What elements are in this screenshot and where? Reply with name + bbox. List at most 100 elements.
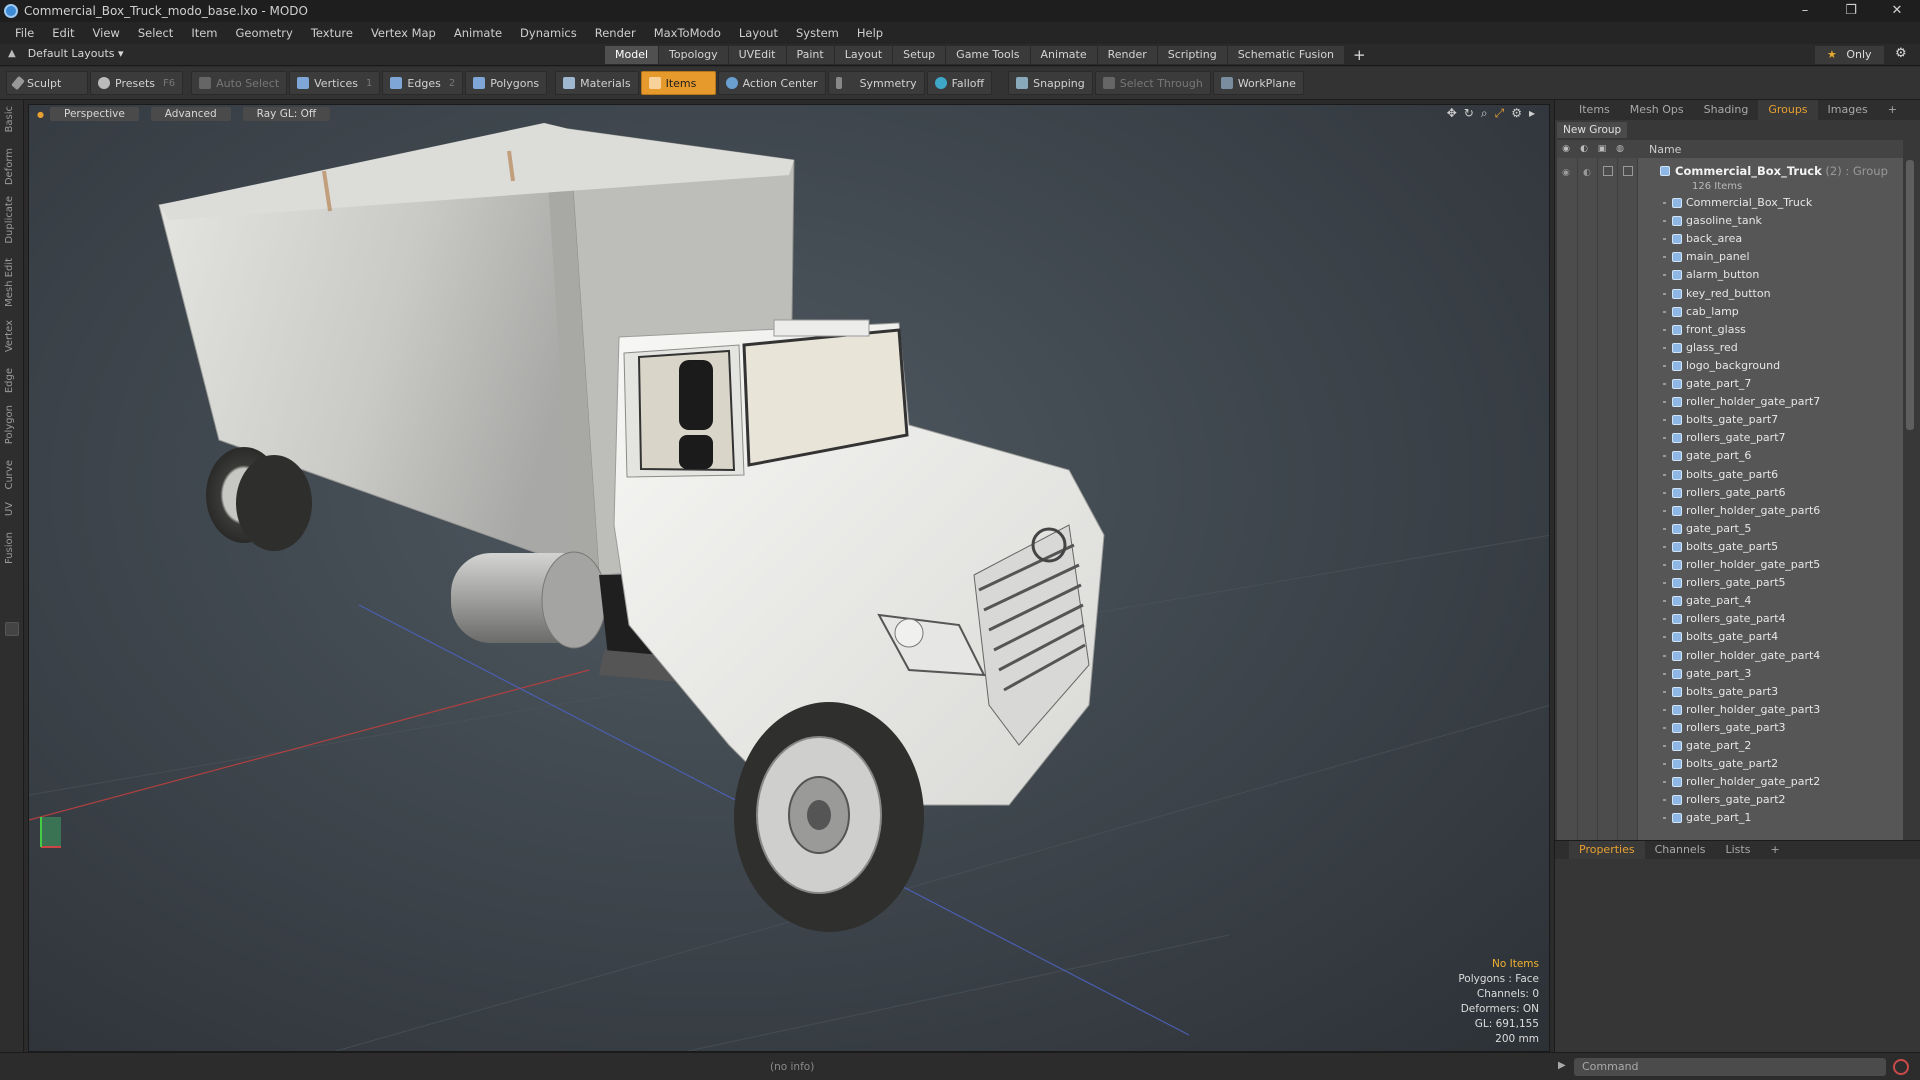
- tree-item-row[interactable]: Commercial_Box_Truck: [1557, 194, 1903, 212]
- tab-model[interactable]: Model: [605, 46, 659, 64]
- vtab-fusion[interactable]: Fusion: [4, 532, 20, 564]
- menu-item[interactable]: Item: [182, 22, 226, 44]
- menu-texture[interactable]: Texture: [302, 22, 362, 44]
- tree-item-row[interactable]: roller_holder_gate_part5: [1557, 556, 1903, 574]
- tree-item-row[interactable]: glass_red: [1557, 339, 1903, 357]
- group-render-icon[interactable]: ◐: [1583, 164, 1591, 182]
- vertices-button[interactable]: Vertices 1: [289, 71, 381, 95]
- lock-column-icon[interactable]: ▣: [1593, 144, 1611, 154]
- falloff-button[interactable]: Falloff: [926, 71, 993, 95]
- perspective-button[interactable]: Perspective: [49, 107, 139, 121]
- auto-select-button[interactable]: Auto Select: [191, 71, 288, 95]
- tree-item-row[interactable]: main_panel: [1557, 248, 1903, 266]
- close-icon[interactable]: ✕: [1874, 0, 1920, 22]
- sculpt-button[interactable]: Sculpt: [6, 71, 88, 95]
- tree-item-row[interactable]: gate_part_3: [1557, 665, 1903, 683]
- tree-item-row[interactable]: rollers_gate_part3: [1557, 719, 1903, 737]
- vtab-deform[interactable]: Deform: [4, 148, 20, 185]
- edges-button[interactable]: Edges 2: [382, 71, 464, 95]
- group-lock-checkbox[interactable]: [1603, 166, 1613, 176]
- tab-animate[interactable]: Animate: [1030, 46, 1097, 64]
- tab-items[interactable]: Items: [1569, 100, 1620, 120]
- menu-geometry[interactable]: Geometry: [227, 22, 302, 44]
- vtab-uv[interactable]: UV: [4, 502, 20, 516]
- add-lower-tab-icon[interactable]: +: [1760, 841, 1789, 859]
- left-panel-toggle-icon[interactable]: [5, 622, 19, 636]
- group-visibility-icon[interactable]: ◉: [1562, 164, 1570, 182]
- tab-topology[interactable]: Topology: [659, 46, 728, 64]
- vtab-edge[interactable]: Edge: [4, 368, 20, 393]
- tab-groups[interactable]: Groups: [1758, 100, 1818, 120]
- tree-item-row[interactable]: logo_background: [1557, 357, 1903, 375]
- tab-properties[interactable]: Properties: [1569, 841, 1645, 859]
- menu-animate[interactable]: Animate: [445, 22, 511, 44]
- rotate-view-icon[interactable]: ↻: [1464, 106, 1474, 121]
- tree-item-row[interactable]: gate_part_4: [1557, 592, 1903, 610]
- tree-item-row[interactable]: bolts_gate_part2: [1557, 755, 1903, 773]
- workplane-button[interactable]: WorkPlane: [1212, 71, 1304, 95]
- tree-item-row[interactable]: rollers_gate_part2: [1557, 791, 1903, 809]
- group-row-commercial-box-truck[interactable]: ◉ ◐ Commercial_Box_Truck (2) : Group 126…: [1557, 162, 1903, 192]
- menu-select[interactable]: Select: [129, 22, 182, 44]
- snapping-button[interactable]: Snapping: [1008, 71, 1093, 95]
- viewport-settings-icon[interactable]: ⚙: [1511, 106, 1522, 121]
- action-center-button[interactable]: Action Center: [717, 71, 826, 95]
- select-through-button[interactable]: Select Through: [1094, 71, 1211, 95]
- tree-item-row[interactable]: rollers_gate_part4: [1557, 610, 1903, 628]
- groups-tree[interactable]: ◉ ◐ Commercial_Box_Truck (2) : Group 126…: [1557, 158, 1903, 928]
- menu-layout[interactable]: Layout: [730, 22, 787, 44]
- tree-item-row[interactable]: rollers_gate_part6: [1557, 484, 1903, 502]
- tree-item-row[interactable]: alarm_button: [1557, 266, 1903, 284]
- command-input[interactable]: Command: [1574, 1058, 1886, 1076]
- tab-uvedit[interactable]: UVEdit: [728, 46, 786, 64]
- render-column-icon[interactable]: ◐: [1575, 144, 1593, 154]
- tab-layout[interactable]: Layout: [834, 46, 893, 64]
- 3d-viewport[interactable]: ● Perspective Advanced Ray GL: Off ✥ ↻ ⌕…: [28, 104, 1550, 1052]
- tree-item-row[interactable]: rollers_gate_part7: [1557, 429, 1903, 447]
- vtab-duplicate[interactable]: Duplicate: [4, 196, 20, 244]
- command-arrow-icon[interactable]: ▶: [1558, 1060, 1566, 1071]
- move-view-icon[interactable]: ✥: [1447, 106, 1457, 121]
- tab-game-tools[interactable]: Game Tools: [946, 46, 1030, 64]
- tab-lists[interactable]: Lists: [1716, 841, 1761, 859]
- tree-item-row[interactable]: bolts_gate_part7: [1557, 411, 1903, 429]
- tab-shading[interactable]: Shading: [1694, 100, 1759, 120]
- tree-item-row[interactable]: bolts_gate_part4: [1557, 628, 1903, 646]
- tree-item-row[interactable]: gate_part_1: [1557, 809, 1903, 827]
- menu-file[interactable]: File: [6, 22, 43, 44]
- raygl-button[interactable]: Ray GL: Off: [242, 107, 331, 121]
- vtab-curve[interactable]: Curve: [4, 460, 20, 490]
- visibility-column-icon[interactable]: ◉: [1557, 144, 1575, 154]
- vtab-vertex[interactable]: Vertex: [4, 320, 20, 352]
- advanced-button[interactable]: Advanced: [150, 107, 231, 121]
- menu-dynamics[interactable]: Dynamics: [511, 22, 586, 44]
- group-select-checkbox[interactable]: [1623, 166, 1633, 176]
- record-macro-icon[interactable]: [1893, 1059, 1909, 1075]
- menu-edit[interactable]: Edit: [43, 22, 83, 44]
- gear-icon[interactable]: ⚙: [1895, 46, 1907, 61]
- presets-button[interactable]: Presets F6: [90, 71, 184, 95]
- tab-schematic-fusion[interactable]: Schematic Fusion: [1227, 46, 1345, 64]
- tree-item-row[interactable]: key_red_button: [1557, 285, 1903, 303]
- menu-vertex-map[interactable]: Vertex Map: [362, 22, 445, 44]
- layouts-dropdown[interactable]: ▲ Default Layouts ▾: [8, 47, 124, 60]
- vtab-mesh-edit[interactable]: Mesh Edit: [4, 258, 20, 307]
- tree-item-row[interactable]: bolts_gate_part3: [1557, 683, 1903, 701]
- new-group-button[interactable]: New Group: [1557, 122, 1628, 138]
- tree-item-row[interactable]: gate_part_7: [1557, 375, 1903, 393]
- add-panel-tab-icon[interactable]: +: [1878, 100, 1907, 120]
- vtab-polygon[interactable]: Polygon: [4, 405, 20, 444]
- tree-item-row[interactable]: roller_holder_gate_part4: [1557, 647, 1903, 665]
- menu-view[interactable]: View: [84, 22, 129, 44]
- tree-item-row[interactable]: roller_holder_gate_part6: [1557, 502, 1903, 520]
- maximize-icon[interactable]: ❐: [1828, 0, 1874, 22]
- viewport-expand-icon[interactable]: ▸: [1529, 106, 1535, 121]
- zoom-view-icon[interactable]: ⌕: [1481, 106, 1488, 121]
- polygons-button[interactable]: Polygons: [465, 71, 548, 95]
- items-button[interactable]: Items: [640, 71, 716, 95]
- layout-toggle-icon[interactable]: ▲: [8, 48, 16, 59]
- name-column-header[interactable]: Name: [1649, 143, 1681, 156]
- tab-paint[interactable]: Paint: [786, 46, 834, 64]
- fit-view-icon[interactable]: ⤢: [1495, 106, 1505, 121]
- tree-item-row[interactable]: bolts_gate_part6: [1557, 466, 1903, 484]
